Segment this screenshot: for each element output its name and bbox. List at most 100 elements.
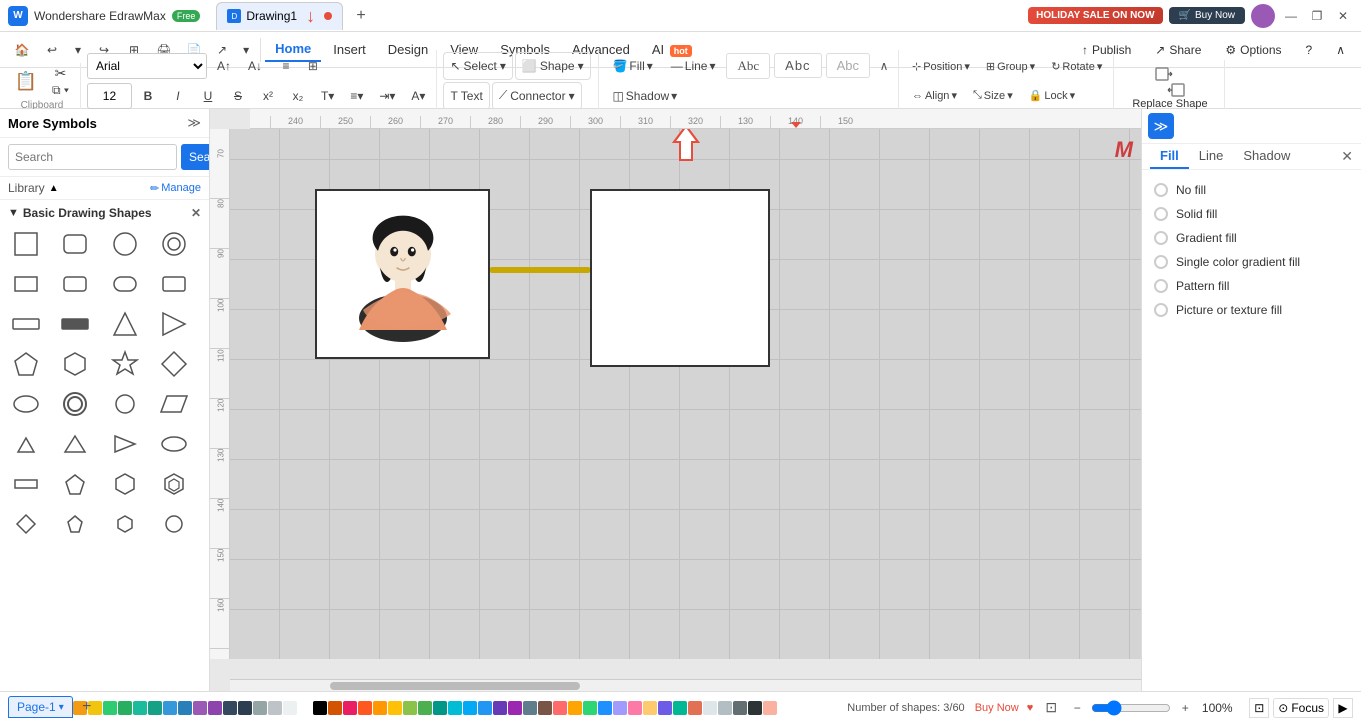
color-swatch[interactable]	[358, 701, 372, 715]
shape-hexagon-sm[interactable]	[107, 466, 143, 502]
fill-button[interactable]: 🪣 Fill ▾	[605, 52, 659, 80]
font-section-expand[interactable]: ⊞	[303, 56, 323, 76]
shape-rect-sm3[interactable]	[156, 266, 192, 302]
color-swatch[interactable]	[703, 701, 717, 715]
focus-button[interactable]: ⊙ Focus	[1273, 698, 1329, 718]
shape-rect-rounded[interactable]	[57, 226, 93, 262]
new-tab-button[interactable]: +	[349, 4, 373, 28]
solid-fill-option[interactable]: Solid fill	[1150, 202, 1353, 226]
color-swatch[interactable]	[283, 701, 297, 715]
color-swatch[interactable]	[313, 701, 327, 715]
help-button[interactable]: ?	[1298, 39, 1321, 61]
restore-button[interactable]: ❐	[1307, 6, 1327, 26]
shape-star[interactable]	[107, 346, 143, 382]
color-swatch[interactable]	[568, 701, 582, 715]
line-button[interactable]: — Line ▾	[664, 52, 723, 80]
color-swatch[interactable]	[523, 701, 537, 715]
font-size-input[interactable]	[87, 83, 132, 109]
color-swatch[interactable]	[448, 701, 462, 715]
options-button[interactable]: ⚙ Options	[1217, 39, 1289, 61]
list-button[interactable]: ≡▾	[343, 82, 370, 110]
holiday-banner[interactable]: HOLIDAY SALE ON NOW	[1028, 7, 1162, 24]
paste-button[interactable]: 📋	[8, 65, 44, 99]
collapse-ribbon-button[interactable]: ∧	[1328, 39, 1353, 61]
superscript-button[interactable]: x²	[254, 82, 282, 110]
shape-diamond-sm[interactable]	[8, 506, 44, 542]
italic-button[interactable]: I	[164, 82, 192, 110]
color-swatch[interactable]	[343, 701, 357, 715]
color-swatch[interactable]	[688, 701, 702, 715]
home-icon-btn[interactable]: 🏠	[8, 36, 36, 64]
text-button[interactable]: T Text	[443, 82, 489, 110]
shape-pentagon-sm[interactable]	[57, 466, 93, 502]
sidebar-collapse-icon[interactable]: ≫	[187, 115, 201, 131]
buy-now-link[interactable]: Buy Now	[975, 702, 1019, 714]
pattern-fill-radio[interactable]	[1154, 279, 1168, 293]
shape-pentagon-flat[interactable]	[8, 346, 44, 382]
user-avatar[interactable]	[1251, 4, 1275, 28]
shape-circle-sm[interactable]	[107, 386, 143, 422]
canvas-shape-empty-box[interactable]	[590, 189, 770, 367]
share-button[interactable]: ↗ Share	[1147, 39, 1209, 61]
shape-triangle-sm3[interactable]	[107, 426, 143, 462]
color-swatch[interactable]	[673, 701, 687, 715]
manage-link[interactable]: ✏ Manage	[150, 182, 201, 195]
color-swatch[interactable]	[418, 701, 432, 715]
style-abc2[interactable]: Abc	[774, 53, 821, 78]
close-button[interactable]: ✕	[1333, 6, 1353, 26]
color-swatch[interactable]	[118, 701, 132, 715]
styles-expand-btn[interactable]: ∧	[874, 56, 894, 76]
zoom-in-button[interactable]: +	[1175, 698, 1195, 718]
shape-triangle-right[interactable]	[156, 306, 192, 342]
color-swatch[interactable]	[508, 701, 522, 715]
color-swatch[interactable]	[463, 701, 477, 715]
shape-oval[interactable]	[156, 426, 192, 462]
play-button[interactable]: ▶	[1333, 698, 1353, 718]
shape-rect-sm-rounded[interactable]	[57, 266, 93, 302]
shape-triangle-up[interactable]	[107, 306, 143, 342]
connector-button[interactable]: ⟋ Connector ▾	[492, 82, 582, 110]
color-swatch[interactable]	[298, 701, 312, 715]
line-tab[interactable]: Line	[1189, 144, 1234, 169]
shape-flat-rect[interactable]	[8, 306, 44, 342]
lock-button[interactable]: 🔒 Lock ▾	[1022, 82, 1082, 110]
text-format-button[interactable]: T▾	[314, 82, 341, 110]
copy-button[interactable]: ⧉ ▾	[45, 82, 76, 98]
color-swatch[interactable]	[403, 701, 417, 715]
no-fill-option[interactable]: No fill	[1150, 178, 1353, 202]
color-swatch[interactable]	[478, 701, 492, 715]
color-swatch[interactable]	[748, 701, 762, 715]
shape-circle-solid[interactable]	[107, 226, 143, 262]
style-abc3[interactable]: Abc	[826, 53, 870, 78]
gradient-fill-radio[interactable]	[1154, 231, 1168, 245]
color-swatch[interactable]	[223, 701, 237, 715]
color-swatch[interactable]	[658, 701, 672, 715]
page-view-button[interactable]: ⊡	[1249, 698, 1269, 718]
shape-hexagon-outline[interactable]	[156, 466, 192, 502]
canvas-drawing-area[interactable]: M	[230, 129, 1141, 659]
shapes-section-close[interactable]: ✕	[191, 206, 201, 220]
color-swatch[interactable]	[538, 701, 552, 715]
single-gradient-radio[interactable]	[1154, 255, 1168, 269]
color-swatch[interactable]	[373, 701, 387, 715]
bold-button[interactable]: B	[134, 82, 162, 110]
color-swatch[interactable]	[148, 701, 162, 715]
color-swatch[interactable]	[193, 701, 207, 715]
shadow-button[interactable]: ◫ Shadow ▾	[605, 82, 684, 110]
search-input[interactable]	[8, 144, 177, 170]
color-swatch[interactable]	[763, 701, 777, 715]
color-swatch[interactable]	[598, 701, 612, 715]
minimize-button[interactable]: —	[1281, 6, 1301, 26]
cut-button[interactable]: ✂	[45, 65, 76, 81]
single-color-gradient-option[interactable]: Single color gradient fill	[1150, 250, 1353, 274]
shape-pentagon-xs[interactable]	[57, 506, 93, 542]
text-color-button[interactable]: A▾	[404, 82, 432, 110]
color-swatch[interactable]	[583, 701, 597, 715]
buynow-button[interactable]: 🛒 Buy Now	[1169, 7, 1245, 24]
gradient-fill-option[interactable]: Gradient fill	[1150, 226, 1353, 250]
search-button[interactable]: Search	[181, 144, 210, 170]
shape-circle-xs[interactable]	[156, 506, 192, 542]
align-button[interactable]: ⇔ Align ▾	[905, 82, 964, 110]
shape-ellipse[interactable]	[8, 386, 44, 422]
shape-triangle-sm2[interactable]	[57, 426, 93, 462]
